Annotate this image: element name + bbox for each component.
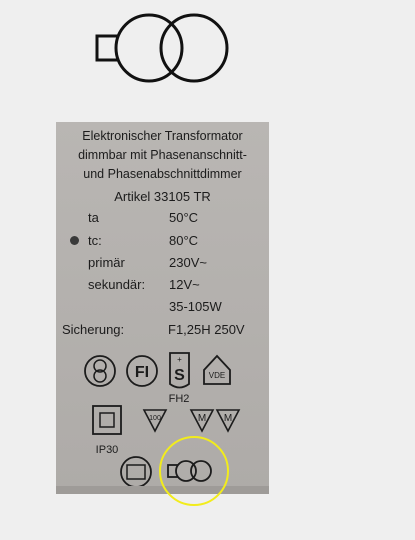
highlight-circle	[159, 436, 229, 506]
